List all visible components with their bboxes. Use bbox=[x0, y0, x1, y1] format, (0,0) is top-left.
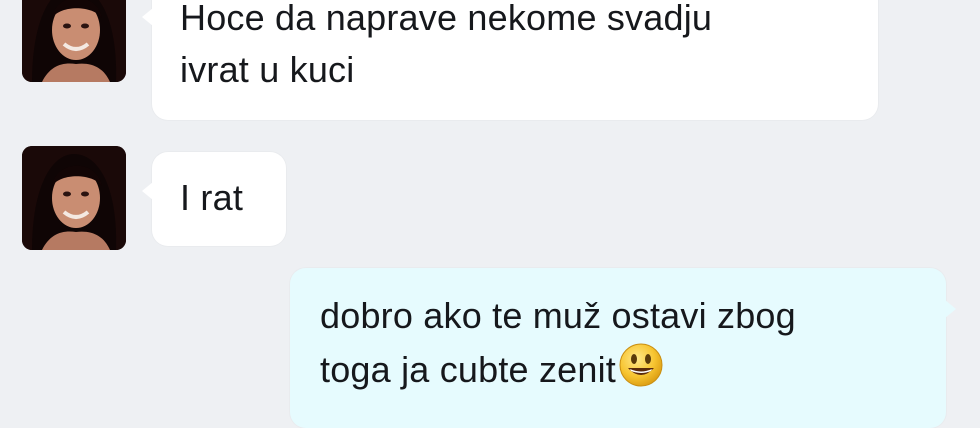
smiling-face-emoji-icon bbox=[619, 343, 663, 387]
message-bubble-incoming[interactable]: Hoce da naprave nekome svadju ivrat u ku… bbox=[142, 0, 878, 120]
message-text: I rat bbox=[180, 177, 244, 218]
message-text-content: dobro ako te muž ostavi zbog toga ja cub… bbox=[320, 295, 796, 390]
contact-avatar[interactable] bbox=[22, 146, 126, 250]
contact-avatar[interactable] bbox=[22, 0, 126, 82]
message-text: dobro ako te muž ostavi zbog toga ja cub… bbox=[320, 290, 940, 396]
message-text: Hoce da naprave nekome svadju ivrat u ku… bbox=[180, 0, 713, 90]
contact-photo-icon bbox=[22, 146, 126, 250]
message-bubble-incoming[interactable]: I rat bbox=[142, 152, 286, 246]
message-bubble-outgoing[interactable]: dobro ako te muž ostavi zbog toga ja cub… bbox=[290, 268, 956, 428]
contact-photo-icon bbox=[22, 0, 126, 82]
